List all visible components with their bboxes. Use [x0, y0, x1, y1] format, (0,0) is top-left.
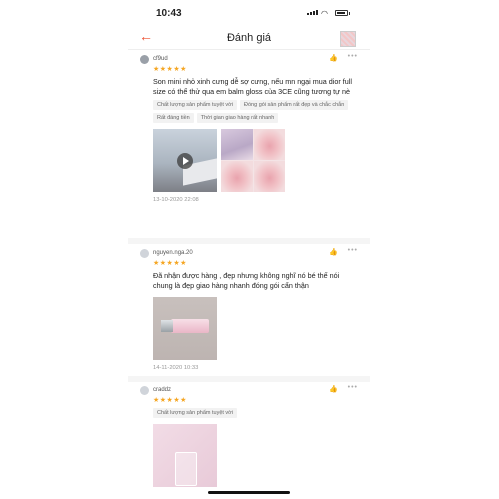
review-video[interactable] [153, 129, 217, 192]
review-tag: Rất đáng tiền [153, 113, 194, 123]
page-header: ← Đánh giá [128, 26, 370, 50]
review-user: craddz 👍 ••• [140, 384, 360, 396]
avatar[interactable] [140, 54, 149, 64]
review-tag: Chất lượng sản phẩm tuyệt vời [153, 100, 238, 110]
lip-gloss-bottle [175, 452, 197, 486]
review-tags: Chất lượng sản phẩm tuyệt vời [153, 408, 358, 418]
review-date: 14-11-2020 10:33 [153, 365, 199, 371]
thumbs-up-icon[interactable]: 👍 [329, 248, 338, 256]
lip-gloss-cap [161, 320, 173, 332]
star-rating: ★★★★★ [153, 260, 187, 267]
battery-icon [335, 10, 348, 16]
more-options-icon[interactable]: ••• [348, 384, 358, 391]
review-user: nguyen.nga.20 👍 ••• [140, 247, 360, 259]
avatar[interactable] [140, 248, 149, 258]
review-tag: Thời gian giao hàng rất nhanh [196, 113, 279, 123]
battery-tip [349, 12, 350, 15]
signal-icon [307, 10, 318, 15]
username: craddz [153, 387, 172, 393]
review-date: 13-10-2020 22:08 [153, 197, 199, 203]
review-tag: Đóng gói sản phẩm rất đẹp và chắc chắn [240, 100, 349, 110]
review-photo[interactable] [153, 297, 217, 360]
more-options-icon[interactable]: ••• [348, 247, 358, 254]
status-bar: 10:43 ◠ [128, 0, 370, 26]
review-user: cf9ud 👍 ••• [140, 53, 360, 65]
star-rating: ★★★★★ [153, 66, 187, 73]
review-photo[interactable] [221, 129, 285, 192]
review-text: Đã nhận được hàng , đẹp nhưng không nghĩ… [153, 271, 340, 290]
review-item: nguyen.nga.20 👍 ••• ★★★★★ Đã nhận được h… [140, 247, 360, 371]
more-options-icon[interactable]: ••• [348, 53, 358, 60]
review-item: craddz 👍 ••• ★★★★★ Chất lượng sản phẩm t… [140, 384, 360, 487]
review-tag: Chất lượng sản phẩm tuyệt vời [153, 408, 238, 418]
home-indicator[interactable] [208, 491, 290, 494]
review-tags: Chất lượng sản phẩm tuyệt vời Đóng gói s… [153, 100, 358, 123]
thumbs-up-icon[interactable]: 👍 [329, 54, 338, 62]
phone-screen: 10:43 ◠ ← Đánh giá cf9ud 👍 ••• ★★★★★ Son… [128, 0, 370, 499]
username: nguyen.nga.20 [153, 250, 193, 256]
page-title: Đánh giá [226, 32, 272, 44]
star-rating: ★★★★★ [153, 397, 187, 404]
review-item: cf9ud 👍 ••• ★★★★★ Son mini nhỏ xinh cưng… [140, 53, 360, 203]
thumbs-up-icon[interactable]: 👍 [329, 385, 338, 393]
review-divider [128, 238, 370, 244]
username: cf9ud [153, 56, 168, 62]
review-media [153, 297, 360, 360]
review-divider [128, 376, 370, 382]
wifi-icon: ◠ [321, 9, 328, 18]
review-media [153, 424, 360, 487]
play-icon[interactable] [177, 153, 193, 169]
product-thumbnail[interactable] [340, 31, 356, 47]
avatar[interactable] [140, 385, 149, 395]
lip-gloss-tube [171, 319, 209, 333]
review-photo[interactable] [153, 424, 217, 487]
status-time: 10:43 [156, 8, 182, 19]
review-text: Son mini nhỏ xinh cưng dễ sợ cưng, nếu m… [153, 77, 352, 96]
review-media [153, 129, 360, 192]
